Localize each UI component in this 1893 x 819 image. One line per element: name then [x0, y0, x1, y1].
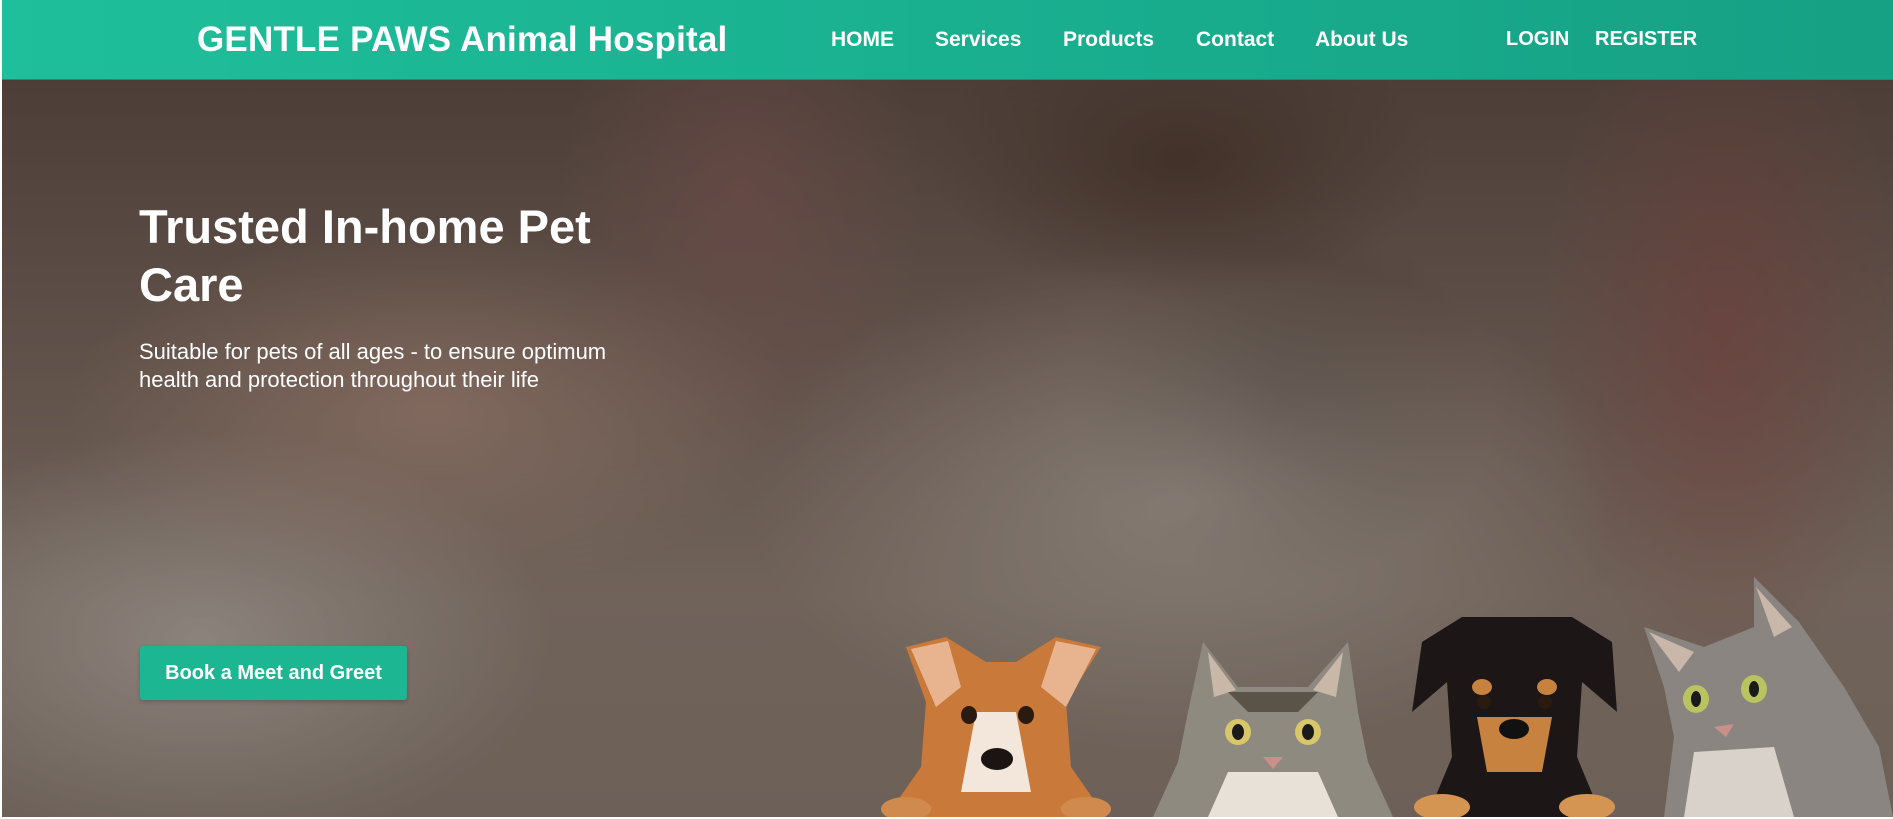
login-link[interactable]: LOGIN: [1506, 28, 1569, 51]
book-meet-greet-button[interactable]: Book a Meet and Greet: [140, 646, 407, 700]
tabby-cat-image: [1153, 642, 1393, 817]
hero-title: Trusted In-home Pet Care: [139, 200, 591, 311]
brown-dog-image: [881, 637, 1111, 817]
nav-home[interactable]: HOME: [831, 28, 894, 52]
black-tan-puppy-image: [1412, 617, 1617, 817]
nav-products[interactable]: Products: [1063, 28, 1154, 52]
nav-about-us[interactable]: About Us: [1315, 28, 1408, 52]
register-link[interactable]: REGISTER: [1595, 28, 1697, 51]
grey-tabby-cat-image: [1644, 577, 1893, 817]
nav-contact[interactable]: Contact: [1196, 28, 1274, 52]
site-header: GENTLE PAWS Animal Hospital HOME Service…: [2, 0, 1893, 80]
hero-banner: Trusted In-home Pet Care Suitable for pe…: [2, 80, 1893, 817]
nav-services[interactable]: Services: [935, 28, 1021, 52]
page-frame: GENTLE PAWS Animal Hospital HOME Service…: [2, 0, 1893, 817]
main-nav: HOME Services Products Contact About Us …: [2, 28, 1893, 58]
hero-subtitle: Suitable for pets of all ages - to ensur…: [139, 339, 607, 392]
